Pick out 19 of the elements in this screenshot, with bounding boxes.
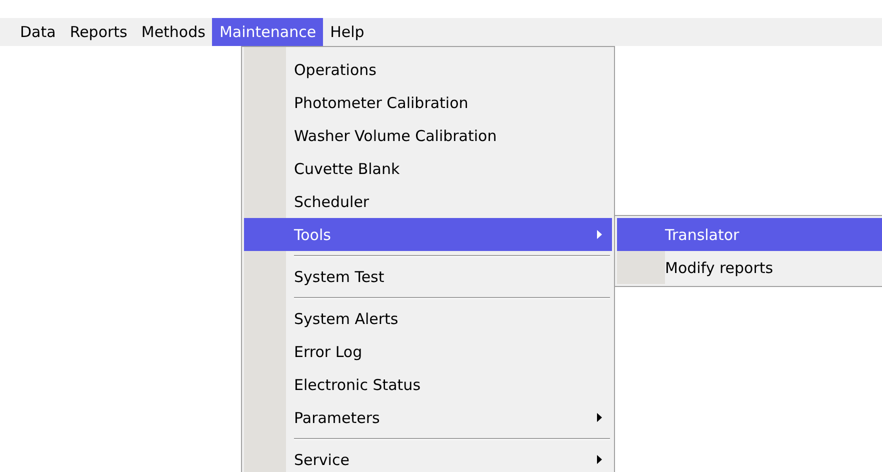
menu-item[interactable]: Photometer Calibration xyxy=(244,86,612,119)
menu-bar-item[interactable]: Methods xyxy=(134,18,212,46)
menu-item[interactable]: Tools xyxy=(244,218,612,251)
menu-item[interactable]: Service xyxy=(244,443,612,472)
menu-item[interactable]: Parameters xyxy=(244,401,612,434)
menu-item[interactable]: Modify reports xyxy=(617,251,882,284)
menu-item[interactable]: Operations xyxy=(244,53,612,86)
menu-bar-item[interactable]: Data xyxy=(13,18,63,46)
menu-item[interactable]: System Alerts xyxy=(244,302,612,335)
menu-bar-item[interactable]: Reports xyxy=(62,18,134,46)
menu-bar-item[interactable]: Help xyxy=(323,18,372,46)
menu-bar-item[interactable]: Maintenance xyxy=(212,18,324,46)
menu-item[interactable]: Translator xyxy=(617,218,882,251)
menu-item[interactable]: Electronic Status xyxy=(244,368,612,401)
menu-item[interactable]: Scheduler xyxy=(244,185,612,218)
menu-item[interactable]: Cuvette Blank xyxy=(244,152,612,185)
menu-item[interactable]: Error Log xyxy=(244,335,612,368)
menu-item[interactable]: Washer Volume Calibration xyxy=(244,119,612,152)
menu-item[interactable]: System Test xyxy=(244,260,612,293)
